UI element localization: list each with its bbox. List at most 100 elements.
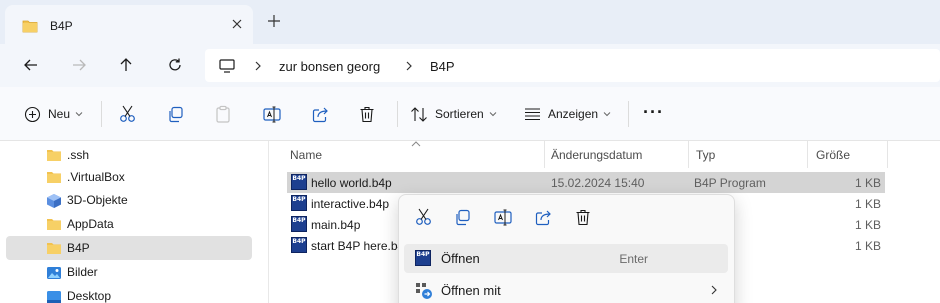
tree-item-pictures[interactable]: Bilder xyxy=(6,260,252,284)
chevron-right-icon xyxy=(406,61,412,71)
arrow-up-icon xyxy=(120,58,132,71)
context-copy-button[interactable] xyxy=(452,207,472,227)
navigation-pane: .ssh .VirtualBox 3D-Objekte AppData B4P … xyxy=(0,141,262,303)
paste-button[interactable] xyxy=(215,104,231,124)
file-size: 1 KB xyxy=(854,239,881,253)
copy-button[interactable] xyxy=(167,104,184,124)
trash-icon xyxy=(360,106,374,122)
b4p-file-icon: B4P xyxy=(291,174,307,190)
file-name: start B4P here.b4 xyxy=(311,239,405,253)
share-button[interactable] xyxy=(312,104,329,124)
tree-item-b4p[interactable]: B4P xyxy=(6,236,252,260)
refresh-icon xyxy=(169,58,181,71)
new-label: Neu xyxy=(48,107,71,121)
rename-icon xyxy=(263,106,281,122)
b4p-file-icon: B4P xyxy=(291,237,307,253)
back-button[interactable] xyxy=(20,54,42,76)
pane-splitter[interactable] xyxy=(268,141,269,303)
column-header-name[interactable]: Name xyxy=(290,148,322,162)
file-size: 1 KB xyxy=(854,218,881,232)
column-header-type[interactable]: Typ xyxy=(696,148,715,162)
tree-item-appdata[interactable]: AppData xyxy=(6,212,252,236)
context-open[interactable]: B4P Öffnen Enter xyxy=(404,244,728,273)
file-date: 15.02.2024 15:40 xyxy=(551,176,645,190)
column-header-size[interactable]: Größe xyxy=(816,148,850,162)
open-with-icon xyxy=(416,283,432,299)
file-name: hello world.b4p xyxy=(311,176,392,190)
more-options-button[interactable]: ··· xyxy=(643,102,664,122)
arrow-right-icon xyxy=(73,59,86,71)
tree-item-label: AppData xyxy=(67,217,114,231)
column-divider[interactable] xyxy=(688,141,689,168)
b4p-file-icon: B4P xyxy=(291,195,307,211)
tree-item-ssh[interactable]: .ssh xyxy=(6,143,252,167)
tree-item-label: 3D-Objekte xyxy=(67,193,128,207)
tree-item-3d-objects[interactable]: 3D-Objekte xyxy=(6,188,252,212)
context-open-with[interactable]: Öffnen mit xyxy=(404,276,728,303)
file-name: main.b4p xyxy=(311,218,361,232)
tab-b4p[interactable]: B4P xyxy=(5,5,253,44)
rename-icon xyxy=(494,209,512,225)
rename-button[interactable] xyxy=(263,104,281,124)
computer-icon xyxy=(219,59,235,73)
tree-item-desktop[interactable]: Desktop xyxy=(6,284,252,303)
chevron-down-icon xyxy=(489,112,497,117)
b4p-file-icon: B4P xyxy=(415,250,431,266)
tree-item-label: Desktop xyxy=(67,289,112,303)
folder-icon xyxy=(47,150,61,161)
file-size: 1 KB xyxy=(854,197,881,211)
plus-circle-icon xyxy=(24,106,41,122)
sort-button[interactable]: Sortieren xyxy=(410,104,497,124)
copy-icon xyxy=(455,209,470,225)
share-icon xyxy=(312,107,328,122)
tree-item-virtualbox[interactable]: .VirtualBox xyxy=(6,165,252,189)
folder-icon xyxy=(47,219,61,230)
trash-icon xyxy=(576,209,590,225)
tab-title: B4P xyxy=(50,19,73,33)
chevron-down-icon xyxy=(75,112,83,117)
view-label: Anzeigen xyxy=(548,107,599,121)
sort-label: Sortieren xyxy=(435,107,484,121)
column-header-date[interactable]: Änderungsdatum xyxy=(551,148,642,162)
column-divider[interactable] xyxy=(544,141,545,168)
refresh-button[interactable] xyxy=(164,54,186,76)
sort-ascending-icon xyxy=(411,141,421,147)
tree-item-label: Bilder xyxy=(67,265,98,279)
column-divider[interactable] xyxy=(887,141,888,168)
delete-button[interactable] xyxy=(359,104,375,124)
clipboard-icon xyxy=(216,105,230,123)
new-button[interactable]: Neu xyxy=(24,104,83,124)
divider xyxy=(628,101,629,127)
scissors-icon xyxy=(120,105,135,122)
tree-item-label: .VirtualBox xyxy=(67,170,125,184)
close-icon[interactable] xyxy=(230,17,244,31)
column-divider[interactable] xyxy=(807,141,808,168)
breadcrumb-b4p[interactable]: B4P xyxy=(430,59,455,74)
cut-button[interactable] xyxy=(119,104,136,124)
scissors-icon xyxy=(415,208,431,225)
file-row[interactable]: B4P hello world.b4p 15.02.2024 15:40 B4P… xyxy=(287,172,885,193)
context-rename-button[interactable] xyxy=(493,207,513,227)
arrow-left-icon xyxy=(24,59,37,71)
new-tab-icon[interactable] xyxy=(266,13,282,29)
address-bar[interactable]: zur bonsen georg B4P xyxy=(205,49,940,82)
copy-icon xyxy=(169,106,183,122)
breadcrumb-user[interactable]: zur bonsen georg xyxy=(279,59,380,74)
forward-button[interactable] xyxy=(68,54,90,76)
share-icon xyxy=(535,210,551,225)
file-name: interactive.b4p xyxy=(311,197,390,211)
tab-strip: B4P xyxy=(0,0,940,44)
context-delete-button[interactable] xyxy=(573,207,593,227)
b4p-file-icon: B4P xyxy=(291,216,307,232)
up-button[interactable] xyxy=(115,54,137,76)
3d-objects-icon xyxy=(47,194,61,208)
context-share-button[interactable] xyxy=(533,207,553,227)
command-bar: Neu Sortieren Anzeigen ··· xyxy=(0,87,940,141)
folder-icon xyxy=(22,20,38,33)
tree-item-label: .ssh xyxy=(67,148,90,162)
context-cut-button[interactable] xyxy=(413,207,433,227)
view-button[interactable]: Anzeigen xyxy=(524,104,611,124)
folder-icon xyxy=(47,243,61,254)
view-lines-icon xyxy=(525,108,540,121)
context-open-with-label: Öffnen mit xyxy=(441,283,501,298)
